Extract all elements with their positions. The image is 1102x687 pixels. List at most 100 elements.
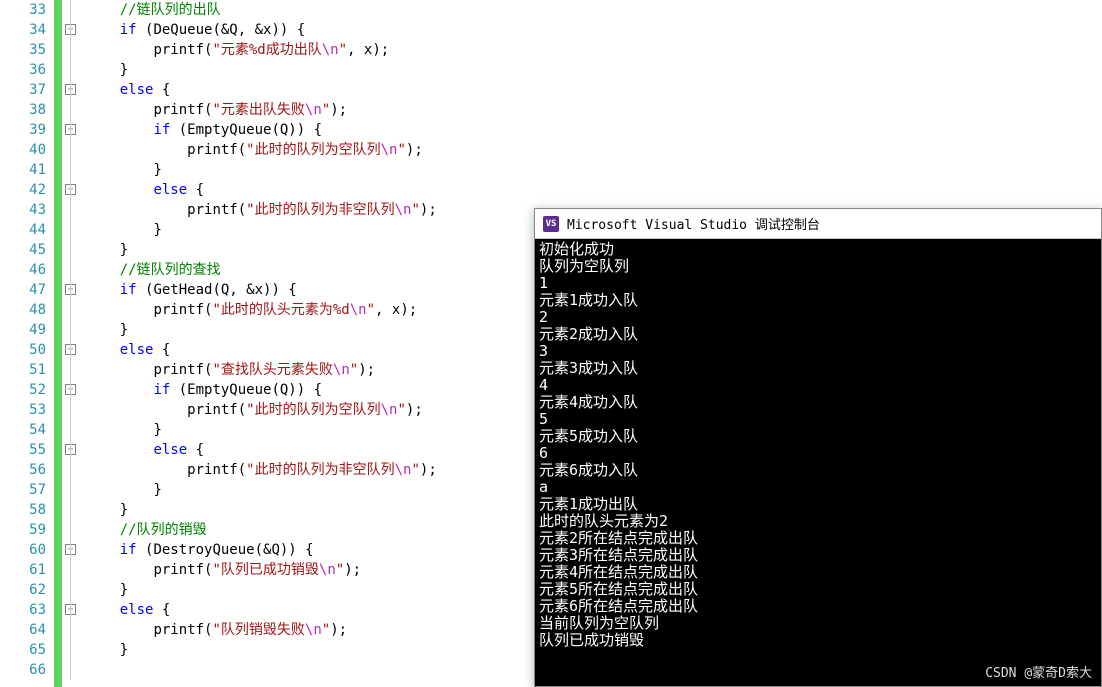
line-number[interactable]: 51 [0,360,46,380]
line-number[interactable]: 42 [0,180,46,200]
line-number[interactable]: 63 [0,600,46,620]
code-line[interactable]: } [86,580,437,600]
code-line[interactable]: //链队列的出队 [86,0,437,20]
code-line[interactable]: printf("元素%d成功出队\n", x); [86,40,437,60]
console-line: 元素4成功入队 [539,394,1097,411]
console-line: 元素5所在结点完成出队 [539,581,1097,598]
code-line[interactable]: //队列的销毁 [86,520,437,540]
console-line: 3 [539,343,1097,360]
code-line[interactable]: } [86,500,437,520]
line-number[interactable]: 35 [0,40,46,60]
code-line[interactable]: } [86,320,437,340]
line-number[interactable]: 65 [0,640,46,660]
line-number[interactable]: 50 [0,340,46,360]
line-number[interactable]: 54 [0,420,46,440]
console-line: 6 [539,445,1097,462]
code-line[interactable]: else { [86,180,437,200]
console-line: 元素3所在结点完成出队 [539,547,1097,564]
code-line[interactable]: //链队列的查找 [86,260,437,280]
code-line[interactable] [86,660,437,680]
debug-console-window[interactable]: VS Microsoft Visual Studio 调试控制台 初始化成功队列… [534,208,1102,687]
line-number-gutter[interactable]: 3334353637383940414243444546474849505152… [0,0,54,687]
code-line[interactable]: printf("此时的队列为空队列\n"); [86,140,437,160]
line-number[interactable]: 39 [0,120,46,140]
console-line: 元素2成功入队 [539,326,1097,343]
console-line: 元素6成功入队 [539,462,1097,479]
fold-column[interactable]: −−−−−−−−−− [62,0,80,687]
code-line[interactable]: if (EmptyQueue(Q)) { [86,380,437,400]
code-line[interactable]: printf("查找队头元素失败\n"); [86,360,437,380]
code-line[interactable]: } [86,160,437,180]
code-line[interactable]: else { [86,80,437,100]
code-line[interactable]: printf("队列已成功销毁\n"); [86,560,437,580]
console-title: Microsoft Visual Studio 调试控制台 [567,214,820,233]
code-line[interactable]: } [86,640,437,660]
code-line[interactable]: if (DeQueue(&Q, &x)) { [86,20,437,40]
line-number[interactable]: 40 [0,140,46,160]
line-number[interactable]: 33 [0,0,46,20]
line-number[interactable]: 37 [0,80,46,100]
line-number[interactable]: 44 [0,220,46,240]
console-line: 队列为空队列 [539,258,1097,275]
line-number[interactable]: 61 [0,560,46,580]
code-line[interactable]: printf("队列销毁失败\n"); [86,620,437,640]
line-number[interactable]: 45 [0,240,46,260]
watermark-text: CSDN @蒙奇D索大 [985,662,1092,681]
console-line: 元素4所在结点完成出队 [539,564,1097,581]
line-number[interactable]: 36 [0,60,46,80]
line-number[interactable]: 43 [0,200,46,220]
line-number[interactable]: 59 [0,520,46,540]
line-number[interactable]: 41 [0,160,46,180]
code-line[interactable]: if (DestroyQueue(&Q)) { [86,540,437,560]
code-line[interactable]: if (GetHead(Q, &x)) { [86,280,437,300]
line-number[interactable]: 53 [0,400,46,420]
code-line[interactable]: } [86,220,437,240]
code-line[interactable]: else { [86,440,437,460]
console-line: 当前队列为空队列 [539,615,1097,632]
code-line[interactable]: } [86,420,437,440]
code-line[interactable]: printf("此时的队列为非空队列\n"); [86,200,437,220]
vs-app-icon: VS [543,216,559,232]
console-line: 元素2所在结点完成出队 [539,530,1097,547]
console-line: 元素6所在结点完成出队 [539,598,1097,615]
code-line[interactable]: if (EmptyQueue(Q)) { [86,120,437,140]
line-number[interactable]: 58 [0,500,46,520]
line-number[interactable]: 57 [0,480,46,500]
code-line[interactable]: } [86,240,437,260]
console-line: 元素1成功入队 [539,292,1097,309]
console-line: 1 [539,275,1097,292]
code-line[interactable]: printf("此时的队列为空队列\n"); [86,400,437,420]
console-line: 元素5成功入队 [539,428,1097,445]
line-number[interactable]: 47 [0,280,46,300]
line-number[interactable]: 64 [0,620,46,640]
line-number[interactable]: 62 [0,580,46,600]
console-line: 5 [539,411,1097,428]
console-titlebar[interactable]: VS Microsoft Visual Studio 调试控制台 [535,209,1101,239]
code-line[interactable]: printf("此时的队头元素为%d\n", x); [86,300,437,320]
line-number[interactable]: 60 [0,540,46,560]
code-line[interactable]: printf("此时的队列为非空队列\n"); [86,460,437,480]
code-line[interactable]: else { [86,340,437,360]
console-line: 此时的队头元素为2 [539,513,1097,530]
line-number[interactable]: 55 [0,440,46,460]
code-area[interactable]: //链队列的出队 if (DeQueue(&Q, &x)) { printf("… [80,0,437,687]
line-number[interactable]: 56 [0,460,46,480]
console-line: 初始化成功 [539,241,1097,258]
console-line: a [539,479,1097,496]
console-line: 元素1成功出队 [539,496,1097,513]
line-number[interactable]: 66 [0,660,46,680]
line-number[interactable]: 49 [0,320,46,340]
line-number[interactable]: 34 [0,20,46,40]
code-line[interactable]: } [86,480,437,500]
console-line: 2 [539,309,1097,326]
console-line: 4 [539,377,1097,394]
line-number[interactable]: 48 [0,300,46,320]
code-line[interactable]: } [86,60,437,80]
change-marker-bar [54,0,62,687]
line-number[interactable]: 46 [0,260,46,280]
code-line[interactable]: printf("元素出队失败\n"); [86,100,437,120]
line-number[interactable]: 52 [0,380,46,400]
line-number[interactable]: 38 [0,100,46,120]
code-line[interactable]: else { [86,600,437,620]
console-output[interactable]: 初始化成功队列为空队列1元素1成功入队2元素2成功入队3元素3成功入队4元素4成… [535,239,1101,651]
